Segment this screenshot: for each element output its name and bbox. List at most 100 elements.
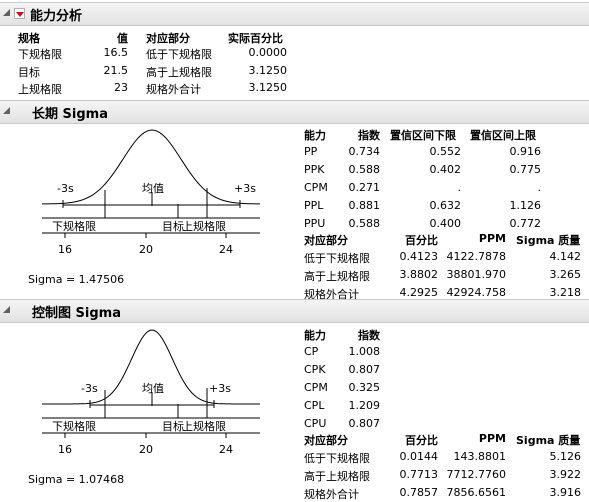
index-row-upper-ci: 0.775 xyxy=(509,163,542,176)
index-row-lower-ci: 0.402 xyxy=(429,163,462,176)
portion-header: 对应部分 xyxy=(146,32,190,45)
tick-label-24: 24 xyxy=(219,443,233,456)
index-col-index: 指数 xyxy=(358,329,380,342)
tick-label-20: 20 xyxy=(139,243,153,256)
target-label: 目标 xyxy=(162,219,184,233)
actual-percent-total: 3.1250 xyxy=(248,81,288,94)
perf-col-portion: 对应部分 xyxy=(304,234,348,247)
index-row-name: PPU xyxy=(304,217,326,230)
spec-target-value: 21.5 xyxy=(103,64,129,77)
perf-col-percent: 百分比 xyxy=(405,434,438,447)
perf-row-sigma-quality: 3.265 xyxy=(549,268,582,281)
perf-row-sigma-quality: 3.916 xyxy=(549,486,582,499)
disclosure-icon[interactable] xyxy=(3,9,10,16)
capability-title[interactable]: 能力分析 xyxy=(30,5,82,24)
perf-col-ppm: PPM xyxy=(478,432,506,445)
index-row-value: 0.271 xyxy=(348,181,381,194)
index-row-name: CP xyxy=(304,345,319,358)
lsl-label: 下规格限 xyxy=(52,219,96,233)
index-col-capability: 能力 xyxy=(304,329,326,342)
index-row-name: PPK xyxy=(304,163,325,176)
spec-lsl-label: 下规格限 xyxy=(18,48,62,61)
perf-row-percent: 0.7713 xyxy=(399,468,439,481)
pos3s-label: +3s xyxy=(234,182,256,195)
perf-row-portion: 高于上规格限 xyxy=(304,270,370,283)
index-row-value: 0.325 xyxy=(348,381,381,394)
long-term-capability-plot: -3s 均值 +3s 下规格限 目标 上规格限 16 20 24 xyxy=(42,129,260,256)
index-row-value: 0.807 xyxy=(348,417,381,430)
index-row-value: 0.588 xyxy=(348,163,381,176)
perf-col-sigma-quality: Sigma 质量 xyxy=(516,234,581,247)
perf-row-sigma-quality: 3.218 xyxy=(549,286,582,299)
perf-row-portion: 低于下规格限 xyxy=(304,452,370,465)
index-col-index: 指数 xyxy=(358,129,380,142)
index-row-value: 1.008 xyxy=(348,345,381,358)
index-row-value: 0.881 xyxy=(348,199,381,212)
spec-header: 规格 xyxy=(18,32,40,45)
red-triangle-menu-icon[interactable] xyxy=(14,8,25,19)
perf-col-ppm: PPM xyxy=(478,232,506,245)
control-sigma-text: Sigma = 1.07468 xyxy=(28,473,125,486)
index-row-lower-ci: 0.632 xyxy=(429,199,462,212)
actual-percent-below: 0.0000 xyxy=(248,46,288,59)
portion-above-usl: 高于上规格限 xyxy=(146,66,212,79)
index-row-upper-ci: . xyxy=(537,181,542,194)
control-capability-plot: -3s 均值 +3s 下规格限 目标 上规格限 16 20 24 xyxy=(42,329,260,456)
tick-label-16: 16 xyxy=(58,443,72,456)
long-term-title[interactable]: 长期 Sigma xyxy=(32,103,108,122)
disclosure-icon[interactable] xyxy=(3,306,10,313)
actual-percent-header: 实际百分比 xyxy=(228,32,283,45)
disclosure-icon[interactable] xyxy=(3,107,10,114)
index-row-lower-ci: . xyxy=(457,181,462,194)
index-row-upper-ci: 0.772 xyxy=(509,217,542,230)
perf-row-percent: 0.4123 xyxy=(399,250,439,263)
index-row-name: CPM xyxy=(304,181,328,194)
perf-row-ppm: 143.8801 xyxy=(453,450,507,463)
index-row-upper-ci: 0.916 xyxy=(509,145,542,158)
portion-below-lsl: 低于下规格限 xyxy=(146,48,212,61)
neg3s-label: -3s xyxy=(81,382,98,395)
tick-label-16: 16 xyxy=(58,243,72,256)
index-col-capability: 能力 xyxy=(304,129,326,142)
lsl-label: 下规格限 xyxy=(52,419,96,433)
target-label: 目标 xyxy=(162,419,184,433)
tick-label-24: 24 xyxy=(219,243,233,256)
perf-col-percent: 百分比 xyxy=(405,234,438,247)
perf-row-ppm: 42924.758 xyxy=(446,286,507,299)
index-row-name: CPM xyxy=(304,381,328,394)
index-row-name: CPU xyxy=(304,417,327,430)
capability-header-bar xyxy=(0,2,589,26)
portion-total-outside: 规格外合计 xyxy=(146,83,201,96)
index-row-value: 0.807 xyxy=(348,363,381,376)
perf-row-portion: 高于上规格限 xyxy=(304,470,370,483)
index-row-upper-ci: 1.126 xyxy=(509,199,542,212)
index-row-name: CPK xyxy=(304,363,326,376)
perf-row-ppm: 4122.7878 xyxy=(446,250,507,263)
spec-target-label: 目标 xyxy=(18,66,40,79)
perf-row-portion: 规格外合计 xyxy=(304,488,359,501)
index-col-lower-ci: 置信区间下限 xyxy=(390,129,456,142)
perf-row-percent: 0.0144 xyxy=(399,450,439,463)
index-row-value: 0.588 xyxy=(348,217,381,230)
perf-row-sigma-quality: 3.922 xyxy=(549,468,582,481)
index-row-name: PPL xyxy=(304,199,324,212)
perf-row-ppm: 38801.970 xyxy=(446,268,507,281)
perf-row-percent: 0.7857 xyxy=(399,486,439,499)
index-row-name: CPL xyxy=(304,399,325,412)
spec-usl-label: 上规格限 xyxy=(18,83,62,96)
long-term-sigma-text: Sigma = 1.47506 xyxy=(28,273,125,286)
neg3s-label: -3s xyxy=(57,182,74,195)
mean-label: 均值 xyxy=(142,182,164,195)
control-title[interactable]: 控制图 Sigma xyxy=(32,302,121,321)
index-row-lower-ci: 0.400 xyxy=(429,217,462,230)
index-col-upper-ci: 置信区间上限 xyxy=(470,129,536,142)
perf-row-ppm: 7712.7760 xyxy=(446,468,507,481)
actual-percent-above: 3.1250 xyxy=(248,64,288,77)
spec-usl-value: 23 xyxy=(114,81,128,94)
index-row-lower-ci: 0.552 xyxy=(429,145,462,158)
perf-col-portion: 对应部分 xyxy=(304,434,348,447)
perf-row-percent: 4.2925 xyxy=(399,286,439,299)
usl-label: 上规格限 xyxy=(182,219,226,233)
perf-col-sigma-quality: Sigma 质量 xyxy=(516,434,581,447)
perf-row-percent: 3.8802 xyxy=(399,268,439,281)
